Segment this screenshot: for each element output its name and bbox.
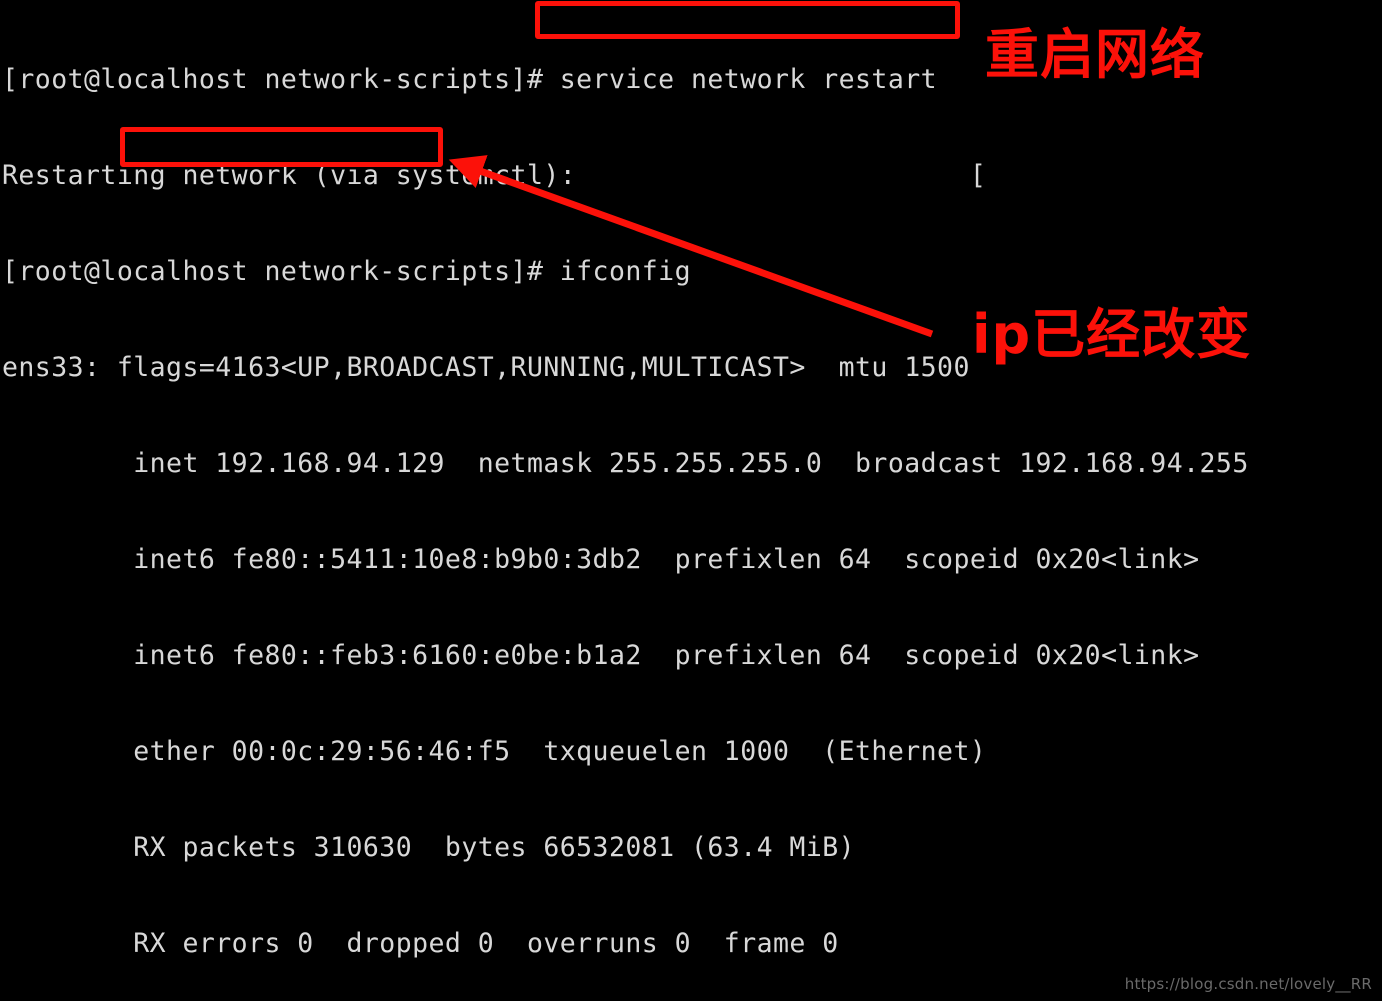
terminal-line: ether 00:0c:29:56:46:f5 txqueuelen 1000 … [2,736,987,767]
terminal-line: RX errors 0 dropped 0 overruns 0 frame 0 [2,928,839,959]
watermark-url: https://blog.csdn.net/lovely__RR [1124,975,1372,993]
terminal-output[interactable]: [root@localhost network-scripts]# servic… [0,0,1382,1001]
terminal-line: [root@localhost network-scripts]# ifconf… [2,256,691,287]
terminal-line: inet6 fe80::5411:10e8:b9b0:3db2 prefixle… [2,544,1200,575]
terminal-line: Restarting network (via systemctl): [ [2,160,987,191]
terminal-line: [root@localhost network-scripts]# servic… [2,64,938,95]
terminal-line: inet 192.168.94.129 netmask 255.255.255.… [2,448,1249,479]
terminal-line: RX packets 310630 bytes 66532081 (63.4 M… [2,832,856,863]
terminal-line: ens33: flags=4163<UP,BROADCAST,RUNNING,M… [2,352,970,383]
terminal-screen: [root@localhost network-scripts]# servic… [0,0,1382,1001]
terminal-line: inet6 fe80::feb3:6160:e0be:b1a2 prefixle… [2,640,1200,671]
